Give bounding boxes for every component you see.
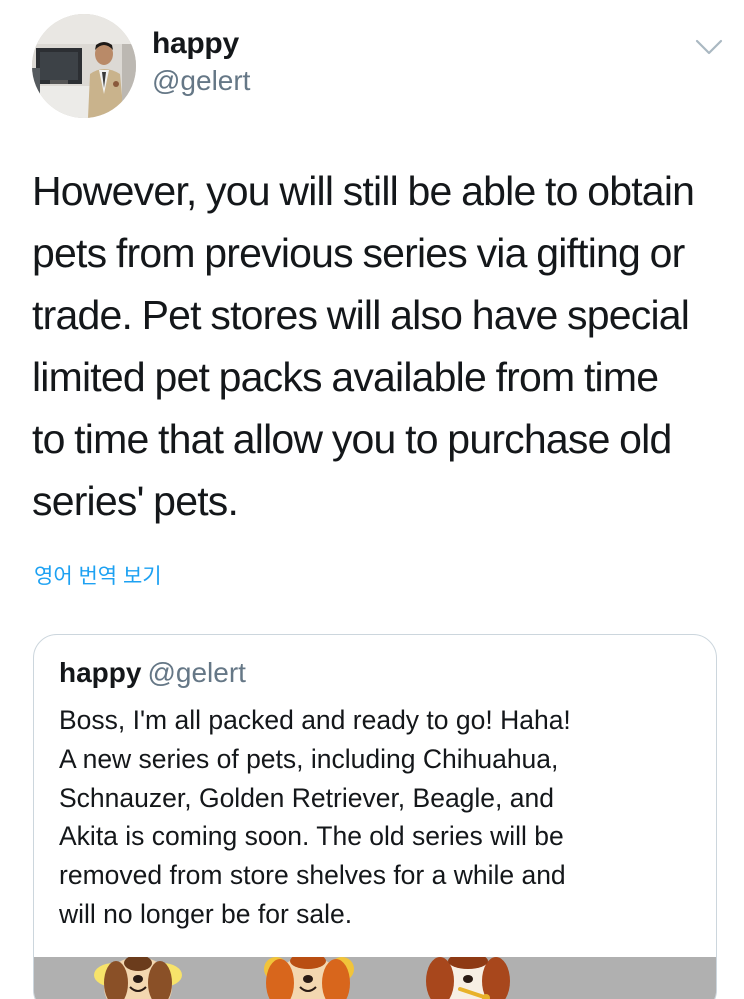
quoted-author-handle: @gelert (147, 657, 246, 688)
translate-tweet-link[interactable]: 영어 번역 보기 (34, 560, 162, 590)
quoted-tweet-card[interactable]: happy @gelert Boss, I'm all packed and re… (33, 634, 717, 999)
quoted-tweet-header: happy @gelert (59, 657, 246, 689)
author-handle[interactable]: @gelert (152, 65, 250, 97)
author-display-name[interactable]: happy (152, 27, 239, 61)
pet-figure (426, 957, 510, 999)
avatar-photo (32, 14, 136, 118)
avatar[interactable] (32, 14, 136, 118)
pet-figure (264, 957, 354, 999)
quoted-author-display-name: happy (59, 657, 142, 688)
quoted-tweet-media[interactable] (34, 957, 716, 999)
tweet-text: However, you will still be able to obtai… (32, 168, 695, 524)
tweet-page: happy @gelert However, you will still be… (0, 0, 744, 999)
chevron-down-icon[interactable] (692, 30, 726, 64)
quoted-tweet-text: Boss, I'm all packed and ready to go! Ha… (59, 705, 571, 929)
pet-characters-image (34, 957, 716, 999)
